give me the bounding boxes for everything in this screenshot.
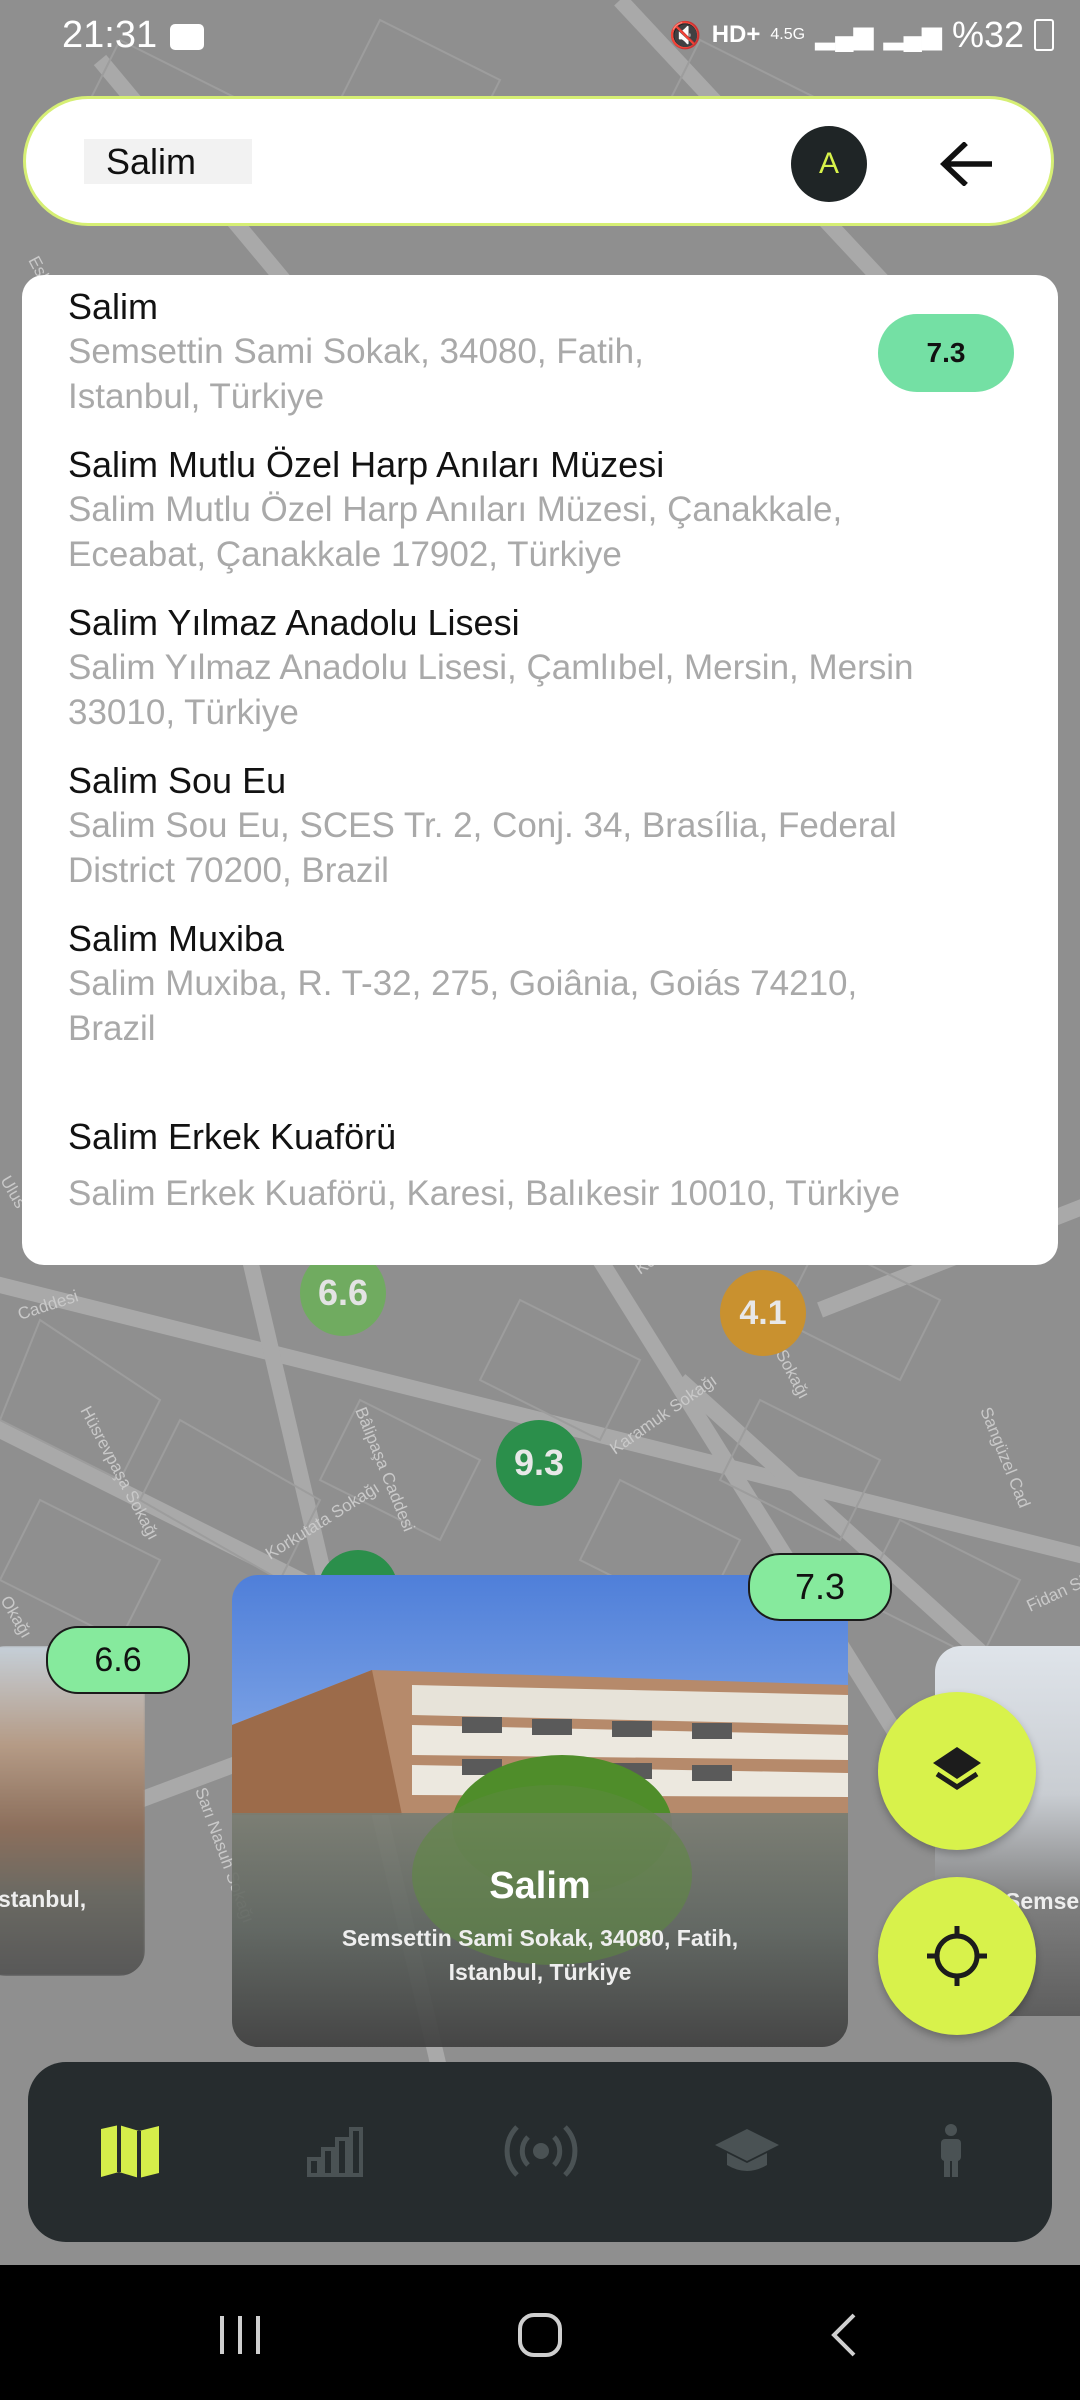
card-title: Salim	[489, 1865, 591, 1907]
battery-icon	[1034, 19, 1054, 51]
search-input[interactable]	[84, 139, 252, 184]
nav-broadcast[interactable]	[496, 2106, 586, 2196]
nav-map[interactable]	[85, 2106, 175, 2196]
place-photo	[0, 1646, 145, 1976]
suggestion-address: Salim Yılmaz Anadolu Lisesi, Çamlıbel, M…	[68, 648, 914, 687]
score-badge: 7.3	[878, 314, 1014, 392]
suggestion-item[interactable]: Salim Muxiba Salim Muxiba, R. T-32, 275,…	[68, 917, 1028, 1051]
nav-education[interactable]	[702, 2106, 792, 2196]
education-icon	[715, 2129, 779, 2171]
marker-value: 9.3	[513, 1442, 565, 1483]
street-label: Sangüzel Cad	[976, 1404, 1034, 1510]
suggestion-address: 33010, Türkiye	[68, 693, 299, 732]
suggestion-address: Brazil	[68, 1009, 156, 1048]
suggestion-item[interactable]: Salim Erkek Kuaförü Salim Erkek Kuaförü,…	[68, 1115, 1028, 1216]
suggestion-title: Salim Mutlu Özel Harp Anıları Müzesi	[68, 444, 665, 485]
suggestion-title: Salim Sou Eu	[68, 760, 287, 801]
marker-value: 4.1	[739, 1293, 787, 1332]
back-button[interactable]	[931, 129, 1001, 199]
layers-icon	[933, 1747, 981, 1790]
score-value: 6.6	[94, 1640, 142, 1679]
suggestion-title: Salim	[68, 286, 159, 327]
map-marker[interactable]: 9.3	[496, 1420, 582, 1506]
locate-button[interactable]	[878, 1877, 1036, 2035]
score-badge: 6.6	[46, 1626, 190, 1694]
mute-icon: 🔇	[669, 19, 702, 50]
suggestion-address: Salim Mutlu Özel Harp Anıları Müzesi, Ça…	[68, 490, 843, 529]
place-card[interactable]: stanbul,	[0, 1646, 145, 1976]
suggestion-title: Salim Erkek Kuaförü	[68, 1116, 397, 1157]
card-address: stanbul,	[0, 1886, 87, 1912]
system-navigation-bar	[0, 2265, 1080, 2400]
search-bar: A	[23, 96, 1054, 226]
card-address: Istanbul, Türkiye	[448, 1959, 632, 1985]
suggestion-title: Salim Yılmaz Anadolu Lisesi	[68, 602, 520, 643]
avatar[interactable]: A	[791, 126, 867, 202]
status-time: 21:31	[62, 14, 158, 56]
nav-stats[interactable]	[290, 2106, 380, 2196]
chevron-left-icon	[831, 2313, 856, 2357]
search-suggestions: Salim Semsettin Sami Sokak, 34080, Fatih…	[22, 275, 1058, 1265]
card-address: Semsettin Sami Sokak, 34080, Fatih,	[341, 1925, 739, 1951]
nav-profile[interactable]	[906, 2106, 996, 2196]
map-icon	[101, 2125, 159, 2178]
suggestion-address: Istanbul, Türkiye	[68, 377, 325, 416]
suggestion-title: Salim Muxiba	[68, 918, 285, 959]
marker-value: 6.6	[317, 1272, 369, 1313]
network-type: 4.5G	[770, 26, 806, 43]
system-back-button[interactable]	[808, 2300, 878, 2370]
crosshair-icon	[927, 1926, 987, 1986]
score-value: 7.3	[794, 1566, 846, 1607]
street-label: Fidan Sk	[1024, 1570, 1080, 1616]
score-value: 7.3	[926, 337, 966, 368]
home-button[interactable]	[505, 2300, 575, 2370]
home-icon	[518, 2313, 562, 2357]
person-icon	[941, 2124, 961, 2177]
broadcast-icon	[504, 2125, 578, 2177]
arrow-left-icon	[940, 142, 992, 186]
suggestion-item[interactable]: Salim Yılmaz Anadolu Lisesi Salim Yılmaz…	[68, 601, 1028, 735]
place-card[interactable]: Salim Semsettin Sami Sokak, 34080, Fatih…	[232, 1575, 848, 2047]
bottom-navigation	[28, 2062, 1052, 2242]
avatar-letter: A	[818, 147, 839, 180]
street-label: Okağı	[0, 1593, 36, 1642]
map-marker[interactable]: 4.1	[720, 1270, 806, 1356]
layers-button[interactable]	[878, 1692, 1036, 1850]
hd-icon: HD+	[711, 21, 761, 48]
suggestion-address: Salim Muxiba, R. T-32, 275, Goiânia, Goi…	[68, 964, 858, 1003]
signal-icon: ▂▄▆	[883, 19, 942, 50]
suggestion-address: Salim Erkek Kuaförü, Karesi, Balıkesir 1…	[68, 1174, 900, 1213]
suggestion-address: Eceabat, Çanakkale 17902, Türkiye	[68, 535, 622, 574]
status-icons: 🔇 HD+ 4.5G ▂▄▆ ▂▄▆ %32	[669, 14, 1054, 56]
signal-icon: ▂▄▆	[815, 19, 874, 50]
stats-icon	[307, 2127, 363, 2177]
suggestion-address: District 70200, Brazil	[68, 851, 389, 890]
score-badge: 7.3	[748, 1553, 892, 1621]
recents-button[interactable]	[205, 2300, 275, 2370]
suggestion-address: Salim Sou Eu, SCES Tr. 2, Conj. 34, Bras…	[68, 806, 897, 845]
suggestion-item[interactable]: Salim Mutlu Özel Harp Anıları Müzesi Sal…	[68, 443, 1028, 577]
suggestion-item[interactable]: Salim Sou Eu Salim Sou Eu, SCES Tr. 2, C…	[68, 759, 1028, 893]
status-bar: 21:31 🔇 HD+ 4.5G ▂▄▆ ▂▄▆ %32	[0, 0, 1080, 76]
recents-icon	[220, 2316, 260, 2354]
video-icon	[170, 24, 204, 50]
battery-percent: %32	[951, 14, 1024, 55]
